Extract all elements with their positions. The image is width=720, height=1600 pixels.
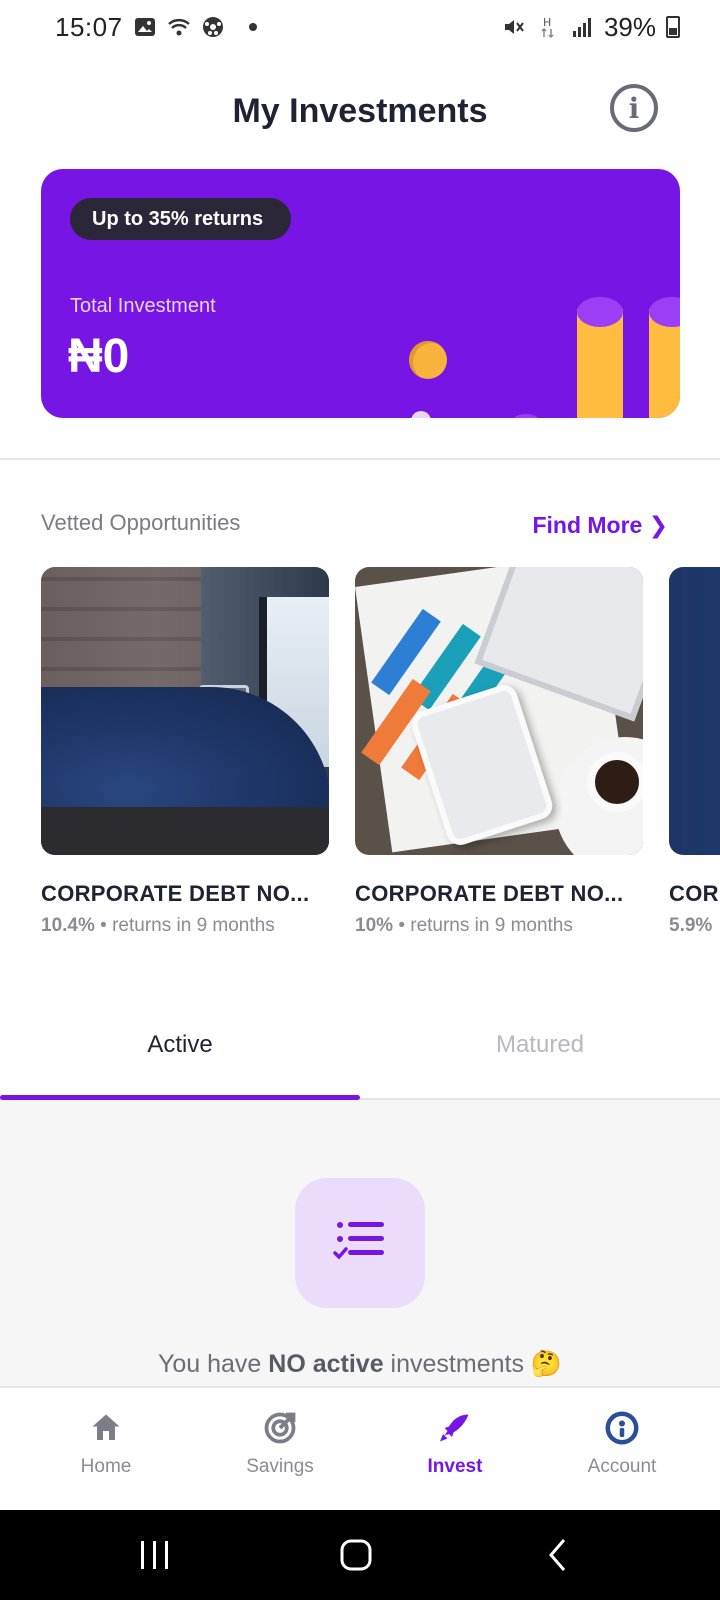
info-icon[interactable]: i — [610, 84, 658, 132]
home-icon — [92, 1414, 120, 1440]
coin-illustration — [409, 341, 447, 379]
back-icon[interactable] — [498, 1510, 618, 1600]
opportunity-period: • returns in 9 months — [398, 915, 573, 936]
empty-state: You have NO active investments 🤔 — [0, 1100, 720, 1386]
home-button-icon[interactable] — [296, 1510, 416, 1600]
opportunity-card[interactable]: CORPORATE DEBT NO... 10.4% • returns in … — [41, 567, 329, 937]
notification-dot — [248, 23, 257, 31]
target-icon — [264, 1412, 296, 1444]
find-more-link[interactable]: Find More ❯ — [532, 512, 668, 539]
opportunities-carousel[interactable]: CORPORATE DEBT NO... 10.4% • returns in … — [41, 567, 720, 947]
empty-emphasis: NO active — [268, 1350, 384, 1378]
total-investment-card[interactable]: Up to 35% returns Total Investment ₦0 — [41, 169, 680, 418]
system-navigation-bar — [0, 1510, 720, 1600]
nav-savings-label: Savings — [246, 1456, 314, 1477]
svg-text:H: H — [543, 16, 551, 29]
opportunity-rate: 10% — [355, 915, 394, 936]
empty-suffix: investments 🤔 — [383, 1350, 563, 1378]
empty-state-message: You have NO active investments 🤔 — [0, 1350, 720, 1379]
vetted-opportunities-title: Vetted Opportunities — [41, 510, 241, 535]
gallery-icon — [134, 18, 155, 36]
checklist-icon — [295, 1178, 425, 1308]
wifi-call-icon — [167, 19, 190, 36]
opportunity-title: COR — [669, 881, 719, 906]
tab-active[interactable]: Active — [0, 1000, 360, 1090]
decoration-shape — [511, 414, 541, 418]
section-divider — [0, 458, 720, 460]
opportunity-subtitle: 10.4% • returns in 9 months — [41, 915, 329, 937]
rocket-icon — [440, 1414, 469, 1442]
mute-icon — [504, 20, 524, 34]
nav-invest[interactable]: Invest — [365, 1388, 545, 1512]
battery-icon — [666, 16, 680, 38]
nav-account[interactable]: Account — [532, 1388, 712, 1512]
opportunity-rate: 10.4% — [41, 915, 95, 936]
opportunity-title: CORPORATE DEBT NO... — [355, 881, 624, 906]
battery-percent: 39% — [603, 11, 656, 42]
opportunity-image — [41, 567, 329, 855]
opportunity-subtitle: 10% • returns in 9 months — [355, 915, 643, 937]
nav-invest-label: Invest — [427, 1456, 483, 1477]
opportunity-title: CORPORATE DEBT NO... — [41, 881, 310, 906]
investment-tabs: Active Matured — [0, 1000, 720, 1100]
recent-apps-icon[interactable] — [95, 1510, 215, 1600]
header: My Investments i — [0, 70, 720, 160]
empty-prefix: You have — [157, 1350, 269, 1378]
decoration-shape — [411, 411, 431, 418]
total-investment-amount: ₦0 — [68, 330, 130, 383]
nav-home[interactable]: Home — [16, 1388, 196, 1512]
returns-badge: Up to 35% returns — [70, 198, 292, 240]
nav-account-label: Account — [587, 1456, 657, 1477]
opportunity-card[interactable]: CORPORATE DEBT NO... 10% • returns in 9 … — [355, 567, 643, 937]
opportunity-card[interactable]: COR 5.9% — [669, 567, 720, 937]
coin-stack-illustration — [649, 297, 680, 418]
bottom-navigation: Home Savings Invest Account — [0, 1386, 720, 1510]
status-bar: 15:07 H 39% — [0, 0, 720, 54]
opportunity-subtitle: 5.9% — [669, 915, 720, 937]
nav-home-label: Home — [80, 1456, 132, 1477]
opportunity-period: • returns in 9 months — [100, 915, 275, 936]
coin-stack-illustration — [577, 297, 623, 418]
opportunity-rate: 5.9% — [669, 915, 713, 936]
opportunity-image — [669, 567, 720, 855]
status-time: 15:07 — [55, 11, 123, 42]
opportunity-image — [355, 567, 643, 855]
total-investment-label: Total Investment — [70, 295, 216, 317]
nav-savings[interactable]: Savings — [190, 1388, 370, 1512]
signal-icon — [572, 18, 591, 37]
tab-matured[interactable]: Matured — [360, 1000, 720, 1090]
soccer-ball-icon — [202, 17, 223, 37]
data-h-icon: H — [541, 16, 554, 39]
account-icon — [605, 1411, 639, 1445]
